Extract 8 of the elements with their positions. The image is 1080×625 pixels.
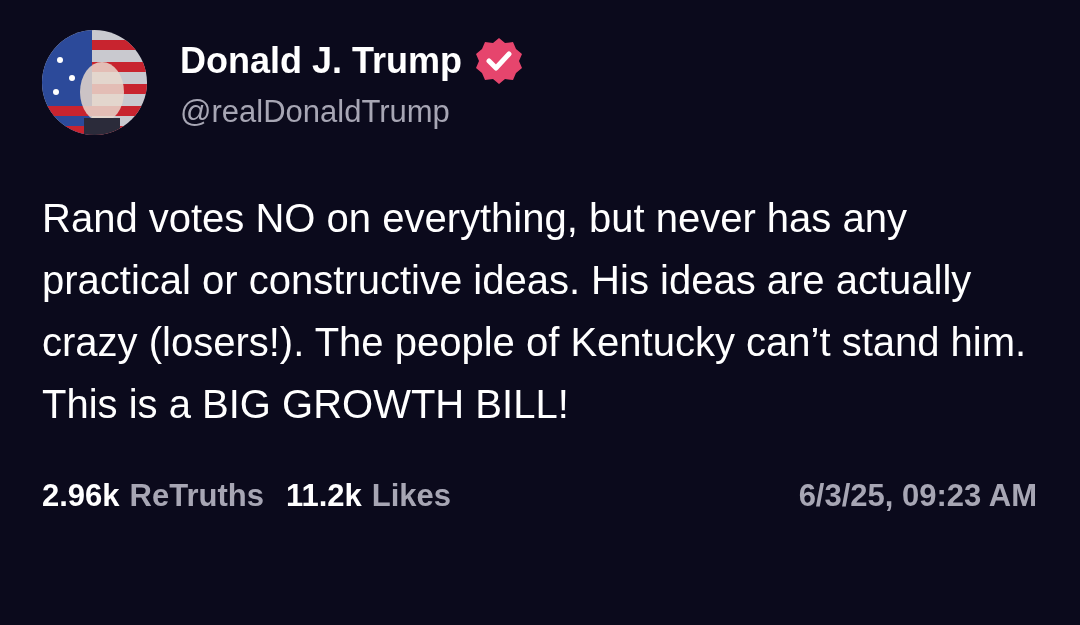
stat-count: 2.96k — [42, 477, 120, 515]
author-name[interactable]: Donald J. Trump — [180, 39, 463, 83]
author-handle[interactable]: @realDonaldTrump — [180, 90, 525, 134]
timestamp: 6/3/25, 09:23 AM — [798, 477, 1037, 515]
stat-count: 11.2k — [285, 477, 362, 515]
post-text: Rand votes NO on everything, but never has any practical or constructive ideas. His ideas are actually crazy (losers!). The people of Kentucky can’t stand him. This is a BIG GROWTH BILL! — [42, 195, 1028, 428]
stat-label[interactable]: ReTruths — [129, 473, 264, 520]
stat-label[interactable]: Likes — [371, 473, 452, 520]
